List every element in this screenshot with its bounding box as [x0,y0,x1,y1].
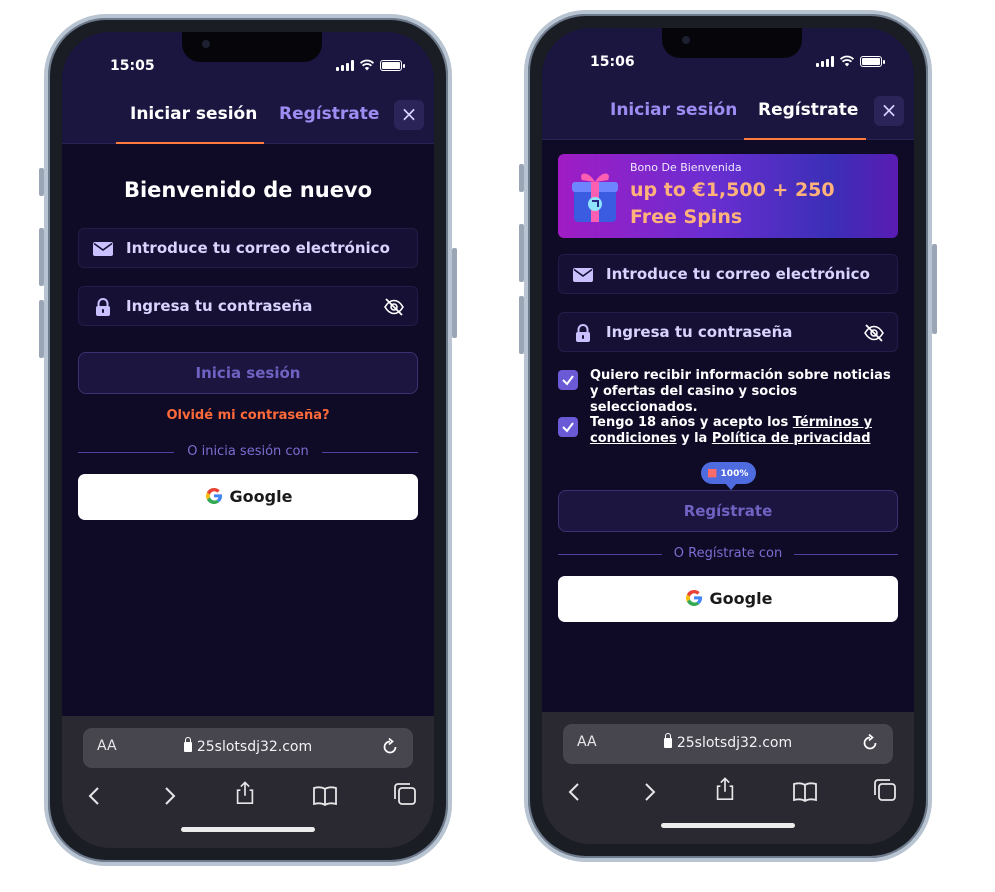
phone-register: 15:06 Iniciar sesión Regístrate × Bono D… [519,10,937,862]
tabs-icon[interactable] [392,782,418,806]
mail-icon [573,268,593,282]
mail-icon [93,242,113,256]
volume-down-button [39,300,44,358]
close-button[interactable]: × [394,100,424,130]
register-submit-button[interactable]: Regístrate [558,490,898,532]
newsletter-checkbox[interactable] [558,370,578,390]
notch [662,28,802,58]
status-icons [816,55,885,67]
social-divider: O Regístrate con [558,546,898,562]
status-time: 15:05 [110,58,155,74]
check-icon [562,422,574,433]
volume-up-button [519,224,524,282]
wifi-icon [840,55,854,67]
address-bar[interactable]: AA 25slotsdj32.com [83,728,413,768]
bookmarks-icon[interactable] [312,784,338,808]
home-indicator [181,827,315,832]
gift-icon [572,173,618,222]
email-placeholder: Introduce tu correo electrónico [126,239,390,257]
newsletter-consent[interactable]: Quiero recibir información sobre noticia… [558,368,898,415]
status-icons [336,59,405,71]
register-form: Bono De Bienvenida up to €1,500 + 250 Fr… [542,140,914,712]
login-form: Bienvenido de nuevo Introduce tu correo … [62,144,434,716]
forward-icon[interactable] [156,784,182,808]
volume-down-button [519,296,524,354]
lock-icon [576,324,590,342]
email-field[interactable]: Introduce tu correo electrónico [558,254,898,294]
email-field[interactable]: Introduce tu correo electrónico [78,228,418,268]
power-button [932,244,937,334]
google-login-button[interactable]: Google [78,474,418,520]
password-placeholder: Ingresa tu contraseña [606,323,793,341]
password-field[interactable]: Ingresa tu contraseña [558,312,898,352]
password-placeholder: Ingresa tu contraseña [126,297,313,315]
share-icon[interactable] [712,777,738,801]
promo-title: up to €1,500 + 250 Free Spins [630,179,835,228]
back-icon[interactable] [82,784,108,808]
login-submit-button[interactable]: Inicia sesión [78,352,418,394]
lock-icon [183,737,192,752]
welcome-bonus-banner[interactable]: Bono De Bienvenida up to €1,500 + 250 Fr… [558,154,898,238]
terms-checkbox[interactable] [558,417,578,437]
share-icon[interactable] [232,781,258,805]
google-button-label: Google [709,589,773,608]
eye-off-icon[interactable] [383,296,405,318]
back-icon[interactable] [562,780,588,804]
gift-icon: ■ [707,466,718,479]
email-placeholder: Introduce tu correo electrónico [606,265,870,283]
home-indicator [661,823,795,828]
phone-login: 15:05 Iniciar sesión Regístrate × Bienve… [39,14,457,866]
volume-up-button [39,228,44,286]
notch [182,32,322,62]
status-time: 15:06 [590,54,635,70]
social-divider: O inicia sesión con [78,444,418,460]
address-bar[interactable]: AA 25slotsdj32.com [563,724,893,764]
reload-icon[interactable] [381,738,399,756]
reload-icon[interactable] [861,734,879,752]
url-text: 25slotsdj32.com [563,733,893,751]
promo-subtitle: Bono De Bienvenida [630,161,742,174]
auth-tabs: Iniciar sesión Regístrate × [62,90,434,144]
google-button-label: Google [229,487,293,506]
bookmarks-icon[interactable] [792,780,818,804]
google-icon [685,589,702,606]
terms-label: Tengo 18 años y acepto los Términos y co… [590,415,873,446]
silent-switch [519,164,524,192]
wifi-icon [360,59,374,71]
tab-login[interactable]: Iniciar sesión [130,104,257,124]
newsletter-label: Quiero recibir información sobre noticia… [590,368,891,415]
status-bar: 15:05 [62,32,434,90]
browser-toolbar: AA 25slotsdj32.com [542,712,914,844]
forgot-password-link[interactable]: Olvidé mi contraseña? [62,408,434,423]
lock-icon [96,298,110,316]
battery-icon [860,55,885,67]
signal-icon [816,55,834,67]
forward-icon[interactable] [636,780,662,804]
eye-off-icon[interactable] [863,322,885,344]
status-bar: 15:06 [542,28,914,86]
close-button[interactable]: × [874,96,904,126]
signal-icon [336,59,354,71]
terms-consent[interactable]: Tengo 18 años y acepto los Términos y co… [558,415,898,449]
tabs-icon[interactable] [872,778,898,802]
auth-tabs: Iniciar sesión Regístrate × [542,86,914,140]
page-title: Bienvenido de nuevo [123,178,373,202]
google-icon [205,487,222,504]
tab-register[interactable]: Regístrate [758,100,858,120]
screen: 15:06 Iniciar sesión Regístrate × Bono D… [542,28,914,844]
battery-icon [380,59,405,71]
password-field[interactable]: Ingresa tu contraseña [78,286,418,326]
url-text: 25slotsdj32.com [83,737,413,755]
screen: 15:05 Iniciar sesión Regístrate × Bienve… [62,32,434,848]
check-icon [562,375,574,386]
power-button [452,248,457,338]
lock-icon [663,733,672,748]
browser-toolbar: AA 25slotsdj32.com [62,716,434,848]
bonus-progress-badge: ■ 100% [701,462,757,490]
silent-switch [39,168,44,196]
privacy-link[interactable]: Política de privacidad [712,431,871,446]
tab-register[interactable]: Regístrate [279,104,379,124]
google-register-button[interactable]: Google [558,576,898,622]
tab-login[interactable]: Iniciar sesión [610,100,737,120]
